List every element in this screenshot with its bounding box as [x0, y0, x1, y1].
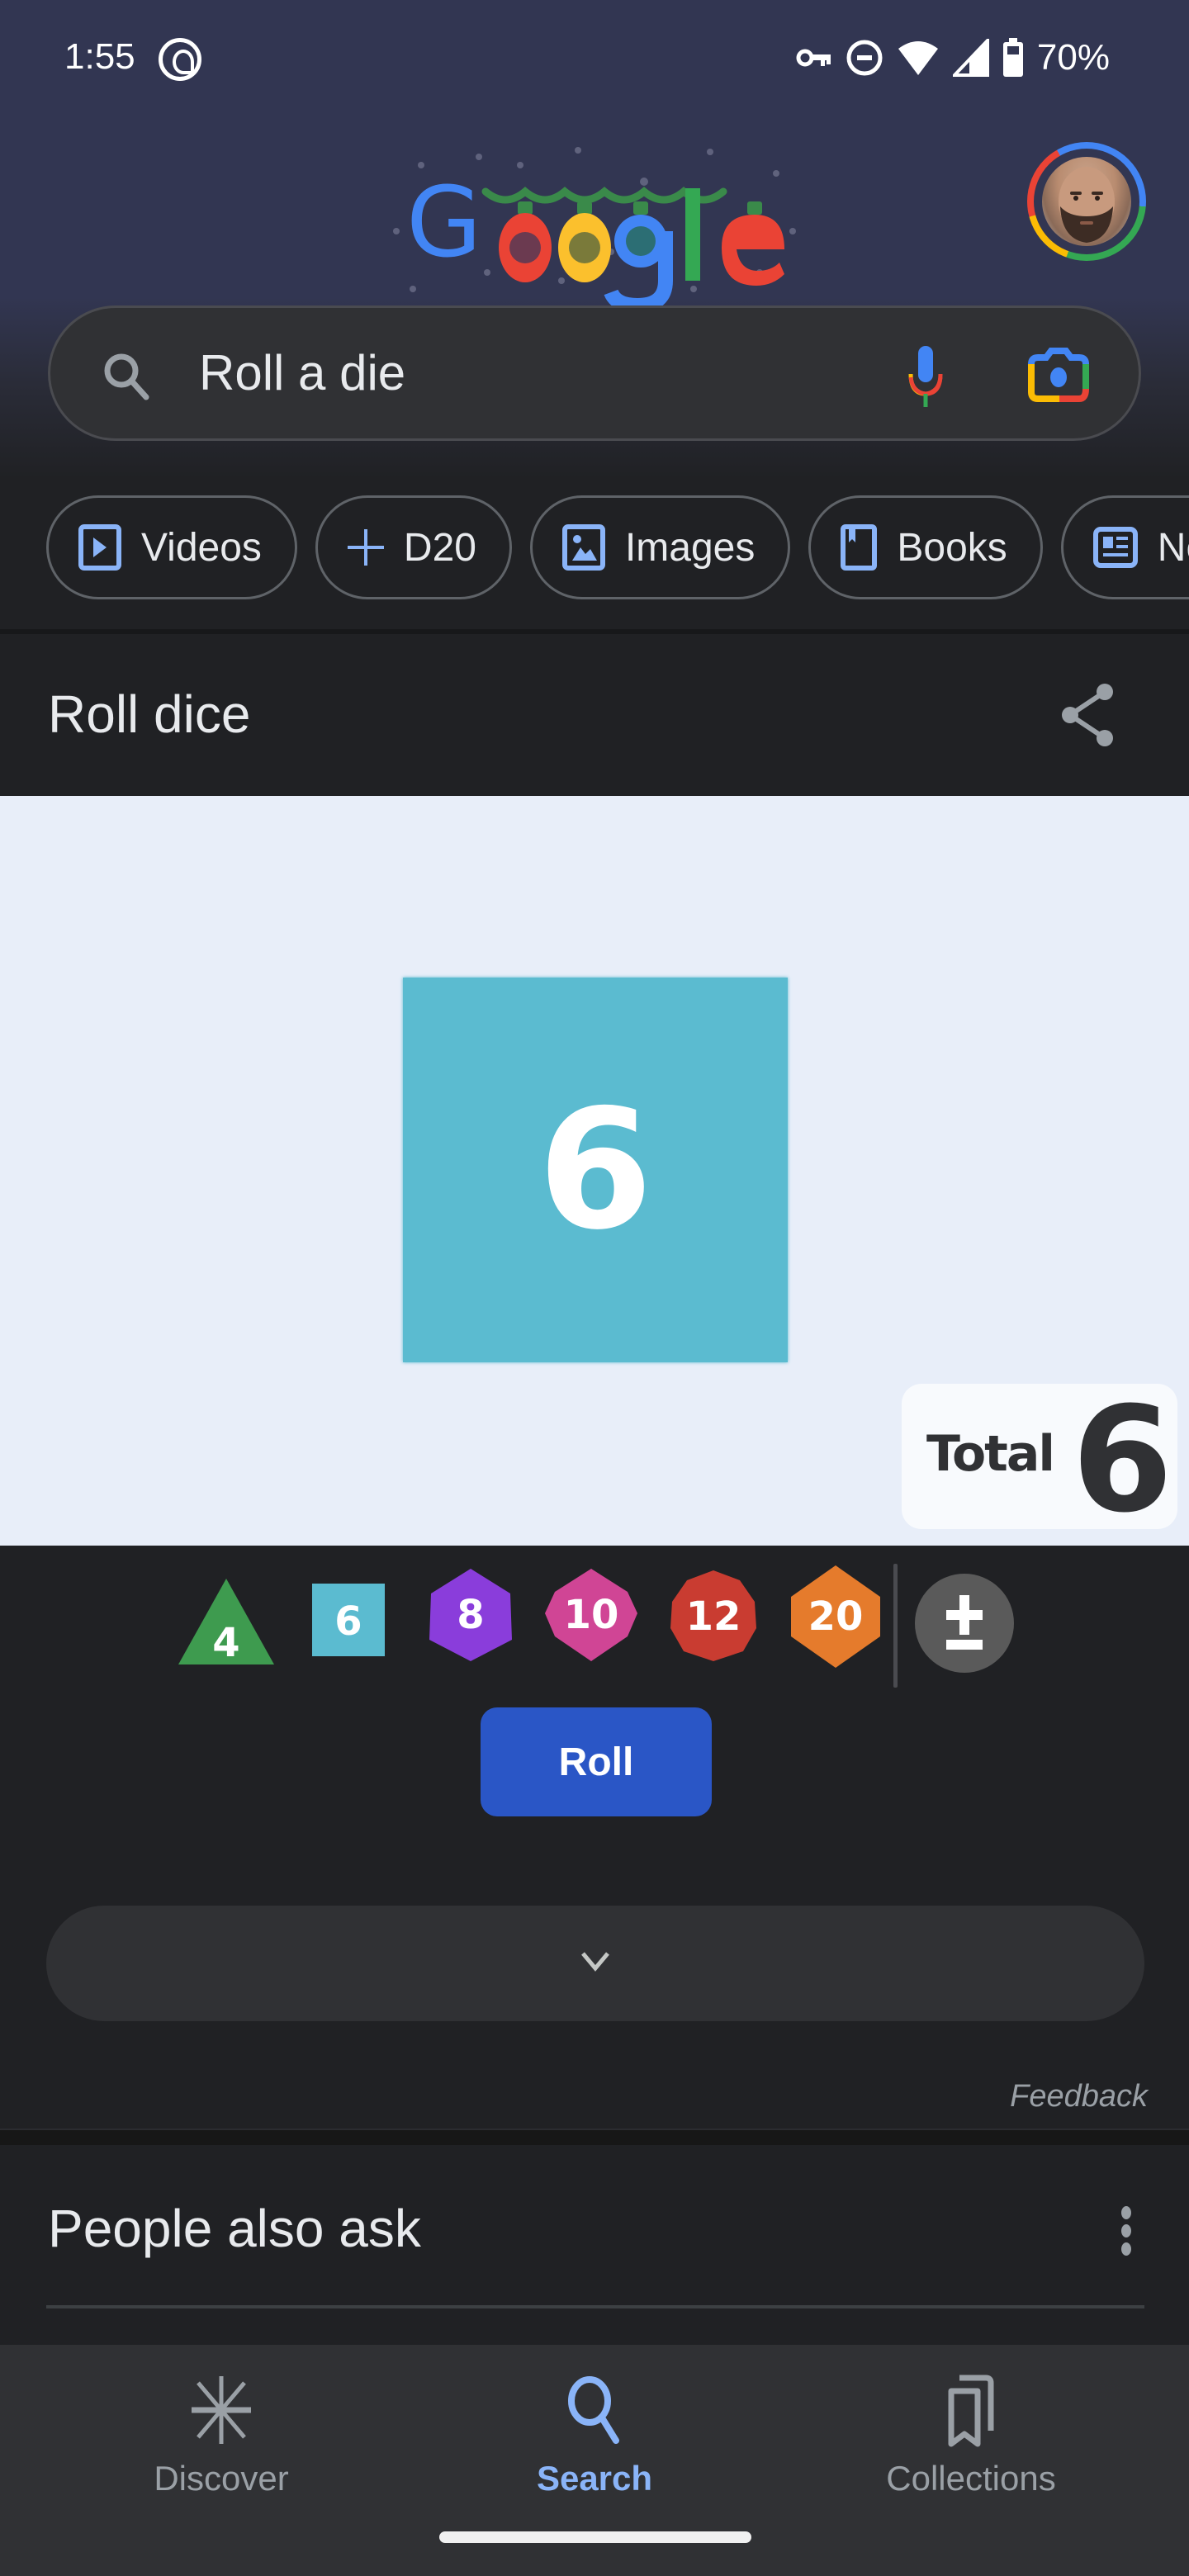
paa-title: People also ask	[48, 2199, 421, 2258]
chip-books[interactable]: Books	[808, 495, 1043, 599]
nav-search[interactable]: Search	[471, 2373, 718, 2505]
section-divider	[0, 2129, 1189, 2145]
nav-discover[interactable]: Discover	[97, 2373, 345, 2505]
d12-label: 12	[686, 1593, 741, 1640]
d20-label: 20	[808, 1593, 864, 1640]
nav-label: Search	[536, 2459, 653, 2498]
book-icon	[841, 524, 878, 571]
wifi-icon	[898, 41, 938, 75]
discover-icon	[192, 2376, 251, 2444]
news-icon	[1092, 527, 1138, 568]
battery-icon	[1002, 38, 1023, 77]
die-d6-button[interactable]: 6	[312, 1584, 385, 1656]
battery-percent: 70%	[1036, 37, 1110, 78]
total-display: Total 6	[902, 1376, 1177, 1545]
chip-images[interactable]: Images	[529, 495, 791, 599]
chip-news[interactable]: News	[1060, 495, 1189, 599]
rolled-die: 6	[403, 978, 788, 1362]
chevron-down-icon	[581, 1952, 609, 1972]
d8-label: 8	[457, 1592, 484, 1638]
die-d8-button[interactable]: 8	[428, 1567, 514, 1663]
die-d12-button[interactable]: 12	[667, 1569, 760, 1663]
nav-label: Collections	[886, 2459, 1056, 2498]
lens-icon[interactable]	[1026, 348, 1091, 405]
roll-button[interactable]: Roll	[481, 1707, 712, 1816]
share-icon[interactable]	[1059, 682, 1116, 748]
cell-signal-icon	[952, 39, 989, 77]
total-value: 6	[1072, 1376, 1173, 1545]
die-d4-button[interactable]: 4	[177, 1577, 276, 1666]
account-avatar[interactable]	[1027, 142, 1146, 261]
divider	[46, 2305, 1144, 2308]
total-label: Total	[926, 1425, 1055, 1483]
svg-text:G: G	[406, 165, 481, 279]
header-area: 1:55 70% G Roll a die	[0, 0, 1189, 479]
dice-stage: 6 Total 6	[0, 796, 1189, 1546]
die-d20-button[interactable]: 20	[789, 1564, 882, 1669]
avatar-photo	[1042, 157, 1131, 246]
image-icon	[561, 524, 605, 571]
app-notification-icon	[159, 38, 201, 81]
chip-label: Books	[897, 525, 1007, 570]
dice-selector: 4 6 8 10 12 20	[0, 1546, 1189, 1711]
search-input[interactable]: Roll a die	[199, 344, 405, 401]
google-doodle-logo[interactable]: G	[363, 132, 826, 305]
nav-collections[interactable]: Collections	[847, 2373, 1095, 2505]
collections-icon	[948, 2375, 994, 2447]
plus-icon	[347, 529, 384, 566]
mic-icon[interactable]	[901, 344, 950, 410]
d6-label: 6	[334, 1598, 362, 1645]
do-not-disturb-icon	[846, 40, 883, 76]
home-indicator[interactable]	[439, 2531, 751, 2543]
status-icons: 70%	[796, 33, 1110, 83]
search-bar[interactable]: Roll a die	[48, 305, 1141, 441]
more-vert-icon[interactable]	[1120, 2206, 1133, 2256]
chip-label: News	[1157, 525, 1189, 570]
die-d10-button[interactable]: 10	[542, 1567, 641, 1663]
feedback-link[interactable]: Feedback	[1010, 2079, 1148, 2114]
chip-label: D20	[403, 525, 476, 570]
dice-card-header: Roll dice	[0, 634, 1189, 796]
modifier-button[interactable]	[915, 1574, 1014, 1673]
chip-label: Videos	[141, 525, 262, 570]
people-also-ask: People also ask	[0, 2145, 1189, 2343]
nav-label: Discover	[154, 2459, 289, 2498]
face-illustration	[1059, 167, 1115, 243]
search-icon	[104, 353, 149, 400]
status-bar: 1:55 70%	[0, 0, 1189, 116]
chip-videos[interactable]: Videos	[46, 495, 297, 599]
expand-button[interactable]	[46, 1906, 1144, 2021]
vpn-key-icon	[796, 49, 831, 67]
dice-separator	[893, 1564, 898, 1688]
status-time: 1:55	[64, 36, 135, 77]
filter-chips: Videos D20 Images Books News	[46, 495, 1189, 599]
rolled-die-value: 6	[538, 1073, 653, 1267]
chip-label: Images	[624, 525, 756, 570]
d10-label: 10	[564, 1592, 619, 1638]
video-icon	[78, 524, 121, 571]
card-title: Roll dice	[48, 684, 251, 744]
chip-d20[interactable]: D20	[315, 495, 512, 599]
d4-label: 4	[212, 1620, 239, 1666]
search-icon	[568, 2376, 619, 2444]
